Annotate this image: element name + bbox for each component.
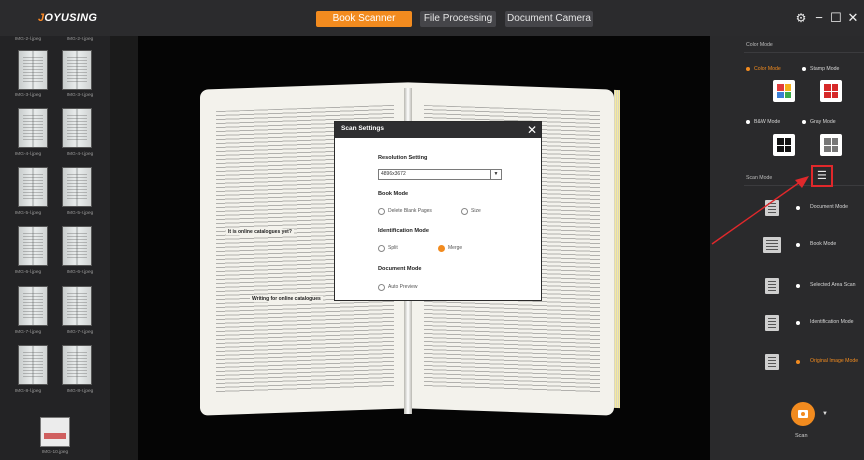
- scan-mode-settings-button[interactable]: ☰: [811, 165, 833, 187]
- thumbnail-label: IMG-2-l.jpeg: [14, 37, 42, 42]
- document-icon: [765, 200, 779, 216]
- close-button[interactable]: ✕: [846, 10, 860, 26]
- dialog-header: Scan Settings ✕: [335, 122, 541, 138]
- thumbnail-label: IMG-6-l.jpeg: [14, 270, 42, 275]
- thumbnail-label: IMG-4-r.jpeg: [66, 152, 94, 157]
- chevron-down-icon[interactable]: ▼: [490, 170, 501, 179]
- title-bar: JOYUSING Book Scanner File Processing Do…: [0, 0, 864, 36]
- thumbnail-image[interactable]: [62, 345, 92, 385]
- scan-mode-label: Selected Area Scan: [810, 282, 856, 288]
- gear-icon[interactable]: ⚙: [794, 10, 808, 26]
- close-icon[interactable]: ✕: [527, 122, 537, 138]
- thumbnail-label: IMG-3-l.jpeg: [14, 93, 42, 98]
- scan-mode-original-image[interactable]: Original Image Mode: [710, 350, 864, 374]
- resolution-label: Resolution Setting: [378, 155, 428, 161]
- scan-mode-label: Book Mode: [810, 241, 837, 247]
- thumbnail-image[interactable]: [18, 50, 48, 90]
- thumbnail-label: IMG-5-r.jpeg: [66, 211, 94, 216]
- radio-dot: [796, 360, 800, 364]
- book-mode-label: Book Mode: [378, 191, 409, 197]
- stamp-mode-icon[interactable]: [820, 80, 842, 102]
- minimize-button[interactable]: −: [812, 10, 826, 26]
- settings-panel: Color Mode Color Mode Stamp Mode B&W Mod…: [710, 36, 864, 460]
- chevron-down-icon[interactable]: ▼: [822, 411, 828, 417]
- thumbnail-label: IMG-5-l.jpeg: [14, 211, 42, 216]
- divider: [744, 52, 864, 53]
- book-icon: [763, 237, 781, 253]
- scan-mode-label: Original Image Mode: [810, 358, 859, 364]
- thumbnail-label: IMG-7-l.jpeg: [14, 330, 42, 335]
- resolution-select[interactable]: 4896x3672 ▼: [378, 169, 502, 180]
- identification-mode-label: Identification Mode: [378, 228, 429, 234]
- thumbnail-label: IMG-8-l.jpeg: [14, 389, 42, 394]
- thumbnail-image[interactable]: [18, 286, 48, 326]
- book-page-edge: [614, 89, 620, 409]
- scan-mode-label: Document Mode: [810, 204, 849, 210]
- thumbnail-image[interactable]: [18, 226, 48, 266]
- radio-dot: [796, 243, 800, 247]
- thumbnail-image[interactable]: [62, 167, 92, 207]
- thumbnail-label: IMG-7-r.jpeg: [66, 330, 94, 335]
- bw-mode-icon[interactable]: [773, 134, 795, 156]
- id-card-icon: [765, 315, 779, 331]
- radio-dot: [796, 321, 800, 325]
- delete-blank-pages-radio[interactable]: Delete Blank Pages: [378, 207, 432, 215]
- tab-file-processing[interactable]: File Processing: [420, 11, 496, 27]
- thumbnail-image[interactable]: [18, 167, 48, 207]
- scan-button[interactable]: [791, 402, 815, 426]
- thumbnail-image[interactable]: [62, 226, 92, 266]
- split-radio[interactable]: Split: [378, 244, 398, 252]
- thumbnail-label: IMG-6-r.jpeg: [66, 270, 94, 275]
- thumbnail-image[interactable]: [18, 108, 48, 148]
- area-scan-icon: [765, 278, 779, 294]
- scan-mode-selected-area[interactable]: Selected Area Scan: [710, 274, 864, 298]
- maximize-button[interactable]: ☐: [829, 10, 843, 26]
- thumbnail-label: IMG-10.jpeg: [41, 450, 69, 455]
- gray-mode-radio[interactable]: Gray Mode: [802, 119, 836, 126]
- filter-icon: ☰: [817, 170, 827, 182]
- thumbnail-image[interactable]: [62, 286, 92, 326]
- scan-mode-document[interactable]: Document Mode: [710, 196, 864, 220]
- scan-mode-identification[interactable]: Identification Mode: [710, 311, 864, 335]
- radio-dot: [796, 206, 800, 210]
- thumbnail-label: IMG-2-r.jpeg: [66, 37, 94, 42]
- scan-mode-book[interactable]: Book Mode: [710, 233, 864, 257]
- document-mode-label: Document Mode: [378, 266, 422, 272]
- page-heading: Writing for online catalogues: [250, 296, 323, 302]
- thumbnail-image[interactable]: [62, 108, 92, 148]
- thumbnail-image[interactable]: [18, 345, 48, 385]
- tab-document-camera[interactable]: Document Camera: [505, 11, 593, 27]
- color-mode-radio[interactable]: Color Mode: [746, 66, 781, 73]
- divider: [744, 185, 864, 186]
- scan-settings-dialog: Scan Settings ✕ Resolution Setting 4896x…: [334, 121, 542, 301]
- auto-preview-radio[interactable]: Auto Preview: [378, 283, 417, 291]
- merge-radio[interactable]: Merge: [438, 244, 462, 252]
- gray-mode-icon[interactable]: [820, 134, 842, 156]
- page-heading: It is online catalogues yet?: [226, 229, 294, 235]
- bw-mode-radio[interactable]: B&W Mode: [746, 119, 780, 126]
- color-mode-icon[interactable]: [773, 80, 795, 102]
- thumbnail-label: IMG-3-r.jpeg: [66, 93, 94, 98]
- thumbnail-label: IMG-4-l.jpeg: [14, 152, 42, 157]
- camera-icon: [798, 410, 808, 418]
- thumbnail-sidebar[interactable]: IMG-2-l.jpeg IMG-2-r.jpeg IMG-3-l.jpeg I…: [0, 36, 110, 460]
- thumbnail-image[interactable]: [62, 50, 92, 90]
- scan-mode-title: Scan Mode: [746, 175, 773, 181]
- app-window: JOYUSING Book Scanner File Processing Do…: [0, 0, 864, 460]
- radio-dot: [796, 284, 800, 288]
- stamp-mode-radio[interactable]: Stamp Mode: [802, 66, 839, 73]
- scan-label: Scan: [795, 433, 808, 439]
- dialog-title: Scan Settings: [341, 125, 384, 132]
- tab-book-scanner[interactable]: Book Scanner: [316, 11, 412, 27]
- image-icon: [765, 354, 779, 370]
- size-radio[interactable]: Size: [461, 207, 481, 215]
- thumbnail-label: IMG-8-r.jpeg: [66, 389, 94, 394]
- color-mode-title: Color Mode: [746, 42, 773, 48]
- app-logo: JOYUSING: [38, 12, 98, 24]
- scan-mode-label: Identification Mode: [810, 319, 854, 325]
- thumbnail-image[interactable]: [40, 417, 70, 447]
